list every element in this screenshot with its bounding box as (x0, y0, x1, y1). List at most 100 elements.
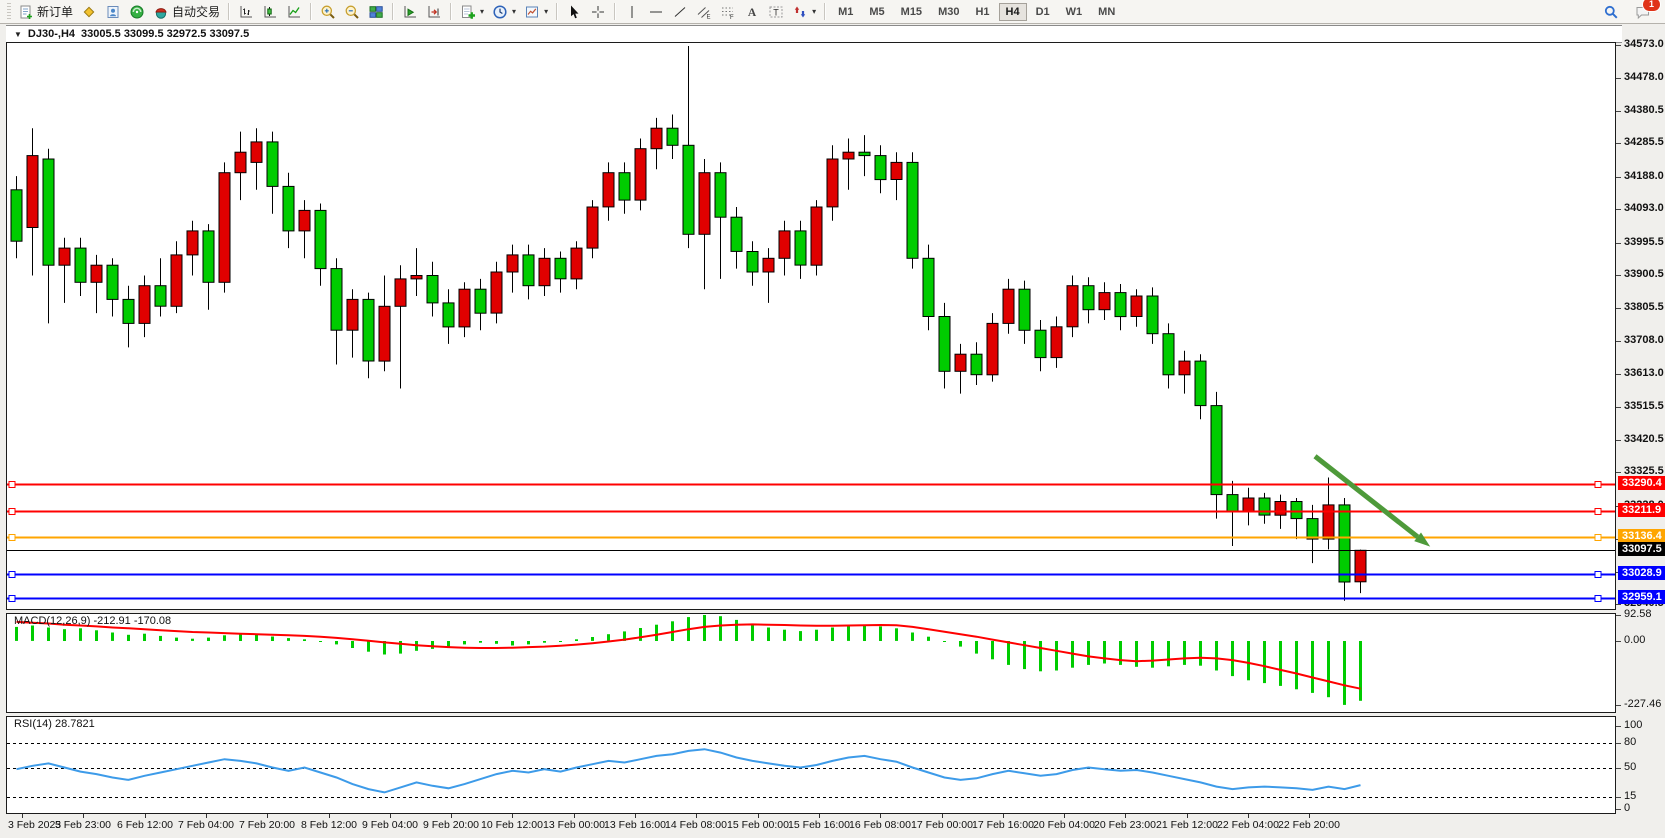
cursor-button[interactable] (562, 1, 586, 23)
time-tick (206, 814, 207, 818)
macd-panel[interactable]: MACD(12,26,9) -212.91 -170.08 (6, 613, 1616, 713)
price-line-label: 33136.4 (1618, 529, 1665, 543)
rsi-chart[interactable] (7, 717, 1615, 813)
zoom-in-button[interactable] (316, 1, 340, 23)
time-tick (22, 814, 23, 818)
trendline-button[interactable] (668, 1, 692, 23)
new-order-button[interactable]: 新订单 (14, 1, 77, 23)
fibonacci-icon: F (720, 4, 736, 20)
line-chart-button[interactable] (282, 1, 306, 23)
collapse-arrow-icon[interactable]: ▼ (14, 30, 22, 39)
timeframe-H1[interactable]: H1 (968, 3, 996, 21)
autotrading-button-label: 自动交易 (172, 3, 220, 20)
timeframe-M5[interactable]: M5 (862, 3, 891, 21)
time-label: 6 Feb 12:00 (117, 819, 173, 831)
autotrading-button[interactable]: 自动交易 (149, 1, 224, 23)
price-tick (1616, 374, 1621, 375)
data-window-button[interactable] (101, 1, 125, 23)
line-chart-icon (286, 4, 302, 20)
price-tick (1616, 407, 1621, 408)
arrows-icon (792, 4, 808, 20)
rsi-tick (1616, 797, 1621, 798)
candlestick-chart-button[interactable] (258, 1, 282, 23)
svg-text:T: T (773, 7, 779, 17)
market-watch-button[interactable] (77, 1, 101, 23)
toolbar-separator (228, 3, 230, 20)
chart-shift-button[interactable] (422, 1, 446, 23)
time-axis[interactable]: 3 Feb 20235 Feb 23:006 Feb 12:007 Feb 04… (6, 814, 1616, 834)
horizontal-line-button[interactable] (644, 1, 668, 23)
macd-tick (1616, 705, 1621, 706)
price-tick-label: 33420.5 (1624, 433, 1664, 445)
auto-scroll-button[interactable] (398, 1, 422, 23)
time-tick (1248, 814, 1249, 818)
time-tick (942, 814, 943, 818)
time-label: 8 Feb 12:00 (301, 819, 357, 831)
rsi-tick (1616, 809, 1621, 810)
time-tick (1003, 814, 1004, 818)
macd-tick (1616, 641, 1621, 642)
time-tick (696, 814, 697, 818)
time-tick (83, 814, 84, 818)
price-tick-label: 34573.0 (1624, 38, 1664, 50)
macd-chart[interactable] (7, 614, 1615, 712)
period-button[interactable]: ▾ (488, 1, 520, 23)
trendline-icon (672, 4, 688, 20)
timeframe-MN[interactable]: MN (1091, 3, 1122, 21)
timeframe-M1[interactable]: M1 (831, 3, 860, 21)
dropdown-caret-icon: ▾ (544, 7, 548, 16)
zoom-out-button[interactable] (340, 1, 364, 23)
navigator-button[interactable] (125, 1, 149, 23)
timeframe-H4[interactable]: H4 (999, 3, 1027, 21)
time-tick (145, 814, 146, 818)
text-label-button[interactable]: T (764, 1, 788, 23)
bar-chart-button[interactable] (234, 1, 258, 23)
fibonacci-button[interactable]: F (716, 1, 740, 23)
price-tick (1616, 78, 1621, 79)
time-label: 13 Feb 00:00 (543, 819, 605, 831)
time-label: 15 Feb 16:00 (788, 819, 850, 831)
price-line-label: 33211.9 (1618, 503, 1665, 517)
new-chart-icon (460, 4, 476, 20)
time-tick (1309, 814, 1310, 818)
time-label: 20 Feb 04:00 (1033, 819, 1095, 831)
main-chart[interactable] (6, 42, 1616, 610)
price-tick (1616, 143, 1621, 144)
price-tick (1616, 440, 1621, 441)
arrows-button[interactable]: ▾ (788, 1, 820, 23)
toolbar-grip (7, 3, 11, 20)
new-chart-button[interactable]: ▾ (456, 1, 488, 23)
crosshair-icon (590, 4, 606, 20)
templates-button[interactable]: ▾ (520, 1, 552, 23)
macd-scale-label: 92.58 (1624, 608, 1652, 620)
text-icon: A (744, 4, 760, 20)
price-axis[interactable]: 34573.034478.034380.534285.534188.034093… (1616, 0, 1665, 838)
time-tick (1125, 814, 1126, 818)
navigator-icon (129, 4, 145, 20)
equidistant-channel-button[interactable]: E (692, 1, 716, 23)
candlestick-chart[interactable] (7, 43, 1615, 609)
toolbar-separator (310, 3, 312, 20)
timeframe-W1[interactable]: W1 (1059, 3, 1090, 21)
timeframe-D1[interactable]: D1 (1029, 3, 1057, 21)
timeframe-M15[interactable]: M15 (894, 3, 929, 21)
rsi-scale-label: 80 (1624, 736, 1636, 748)
price-tick-label: 33613.0 (1624, 367, 1664, 379)
rsi-panel[interactable]: RSI(14) 28.7821 (6, 716, 1616, 814)
crosshair-button[interactable] (586, 1, 610, 23)
chart-shift-icon (426, 4, 442, 20)
time-label: 9 Feb 20:00 (423, 819, 479, 831)
time-label: 17 Feb 16:00 (972, 819, 1034, 831)
time-tick (635, 814, 636, 818)
time-tick (267, 814, 268, 818)
candlestick-chart-icon (262, 4, 278, 20)
vertical-line-button[interactable] (620, 1, 644, 23)
price-tick (1616, 341, 1621, 342)
text-button[interactable]: A (740, 1, 764, 23)
rsi-scale-label: 0 (1624, 802, 1630, 814)
toolbar-separator (392, 3, 394, 20)
tile-windows-button[interactable] (364, 1, 388, 23)
time-label: 14 Feb 08:00 (665, 819, 727, 831)
time-label: 21 Feb 12:00 (1156, 819, 1218, 831)
timeframe-M30[interactable]: M30 (931, 3, 966, 21)
